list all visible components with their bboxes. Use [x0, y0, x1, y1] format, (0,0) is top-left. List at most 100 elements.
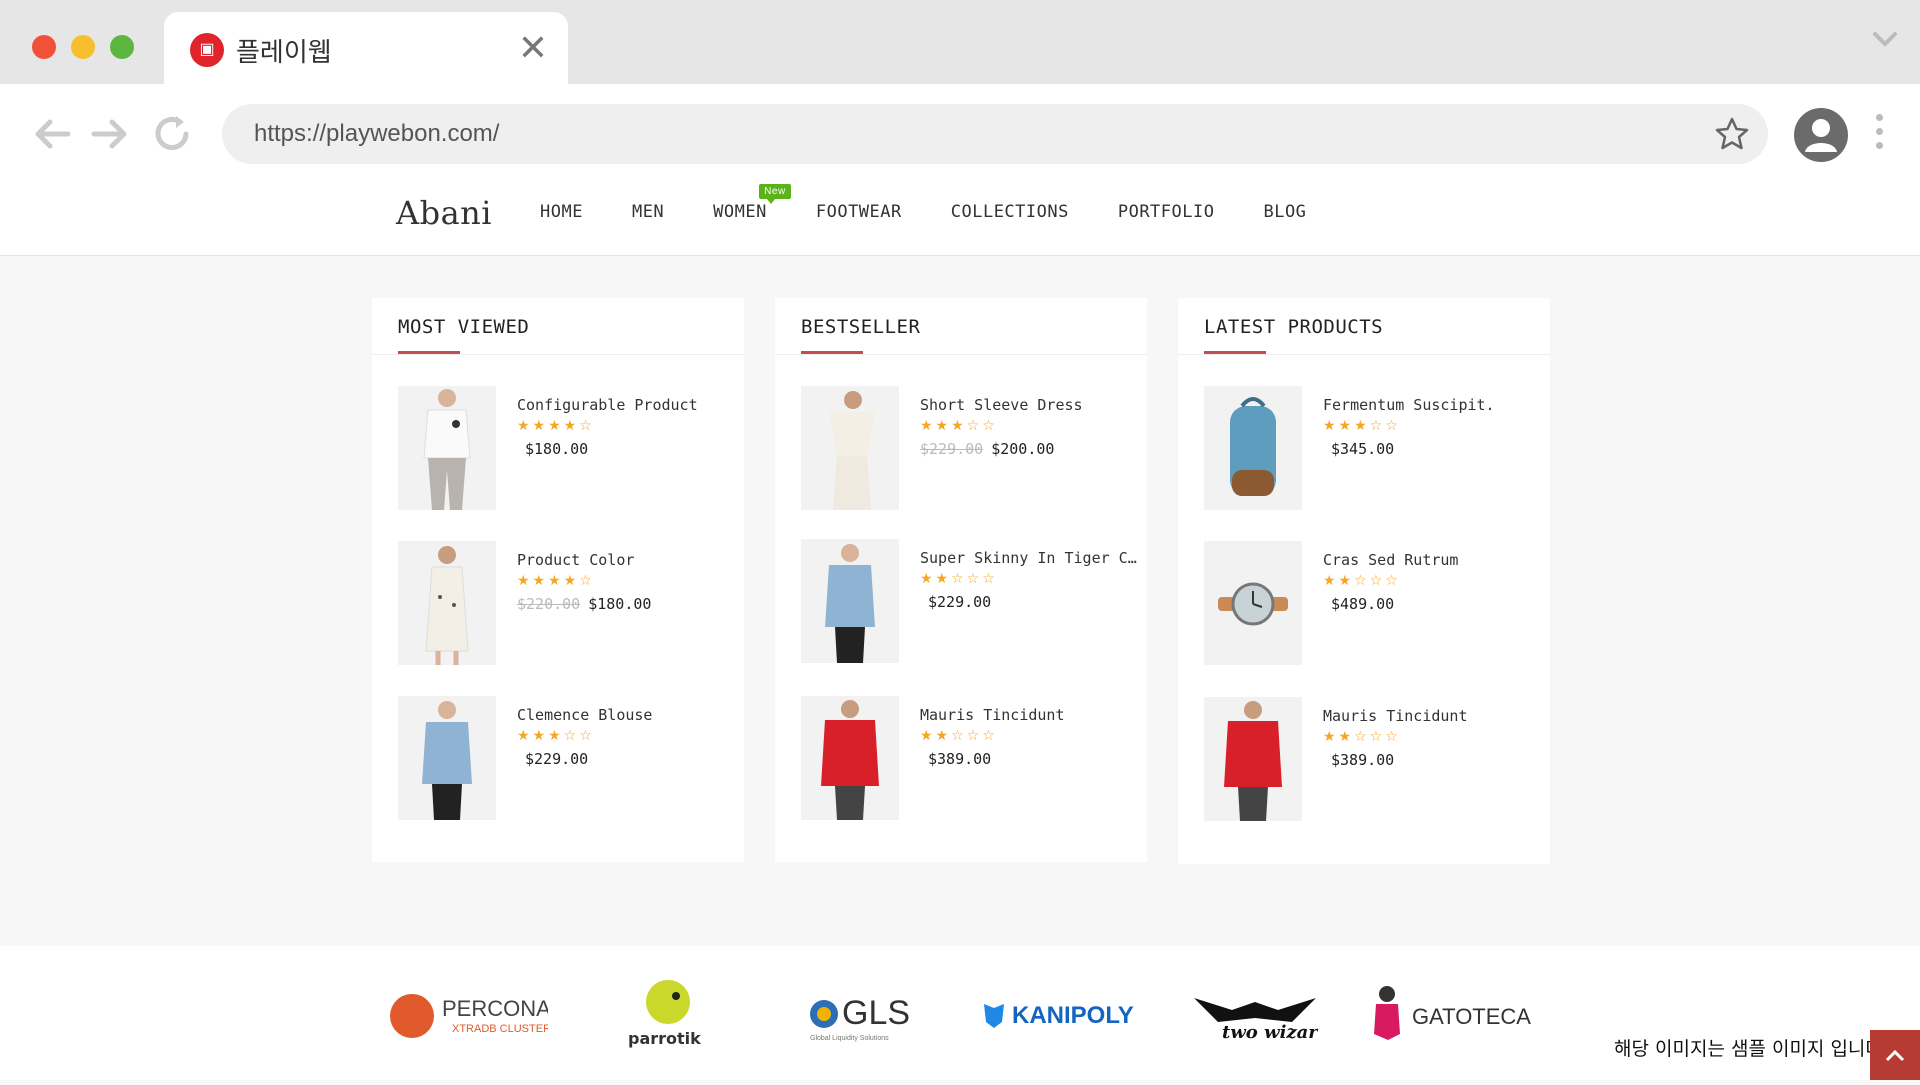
product-item[interactable]: Clemence Blouse ★★★☆☆ $229.00 [398, 696, 738, 822]
chevron-up-icon [1885, 1049, 1905, 1062]
product-name[interactable]: Fermentum Suscipit. [1323, 396, 1495, 414]
product-price: $389.00 [920, 750, 991, 768]
title-underline [398, 351, 460, 354]
sample-image-caption: 해당 이미지는 샘플 이미지 입니다. [1614, 1038, 1889, 1060]
most-viewed-panel: MOST VIEWED Configurable Product ★★★★☆ $… [372, 298, 744, 862]
brand-logo-two-wizards[interactable]: two wizards [1192, 978, 1341, 1048]
product-item[interactable]: Short Sleeve Dress ★★★☆☆ $229.00 $200.00 [801, 386, 1141, 512]
panel-title: BESTSELLER [801, 316, 921, 338]
product-name[interactable]: Mauris Tincidunt [1323, 707, 1468, 725]
reload-icon[interactable] [150, 112, 194, 156]
product-price: $229.00 [920, 593, 991, 611]
nav-blog[interactable]: BLOG [1263, 202, 1306, 222]
product-item[interactable]: Mauris Tincidunt ★★☆☆☆ $389.00 [801, 696, 1141, 822]
brand-name: PERCONA [442, 996, 548, 1021]
nav-collections[interactable]: COLLECTIONS [951, 202, 1069, 222]
product-item[interactable]: Mauris Tincidunt ★★☆☆☆ $389.00 [1204, 697, 1544, 823]
nav-men[interactable]: MEN [632, 202, 664, 222]
nav-footwear[interactable]: FOOTWEAR [816, 202, 902, 222]
current-price: $229.00 [928, 593, 992, 611]
panel-title: LATEST PRODUCTS [1204, 316, 1384, 338]
product-image[interactable] [398, 541, 496, 665]
brand-name: GLS [842, 994, 910, 1032]
tab-close-icon[interactable]: ✕ [518, 28, 548, 68]
rating-stars: ★★☆☆☆ [920, 571, 998, 587]
forward-arrow-icon[interactable] [88, 112, 132, 156]
title-underline [1204, 351, 1266, 354]
browser-menu-icon[interactable] [1874, 114, 1884, 154]
product-image[interactable] [398, 386, 496, 510]
product-price: $229.00 $200.00 [920, 440, 1054, 458]
brand-logo-gatoteca[interactable]: GATOTECA [1370, 978, 1534, 1048]
product-item[interactable]: Product Color ★★★★☆ $220.00 $180.00 [398, 541, 738, 667]
rating-stars: ★★★☆☆ [517, 728, 595, 744]
current-price: $389.00 [1331, 751, 1395, 769]
product-name[interactable]: Product Color [517, 551, 634, 569]
product-price: $180.00 [517, 440, 588, 458]
brand-name: GATOTECA [1412, 1004, 1531, 1029]
product-price: $489.00 [1323, 595, 1394, 613]
brand-logo-parrotik[interactable]: parrotik [622, 978, 706, 1048]
browser-tab[interactable]: ▣ 플레이웹 ✕ [164, 12, 568, 84]
product-image[interactable] [801, 696, 899, 820]
current-price: $489.00 [1331, 595, 1395, 613]
brand-logo-gls[interactable]: GLS Global Liquidity Solutions [806, 978, 916, 1048]
product-image[interactable] [1204, 386, 1302, 510]
product-image[interactable] [801, 386, 899, 510]
address-bar[interactable]: https://playwebon.com/ [222, 104, 1768, 164]
rating-stars: ★★☆☆☆ [1323, 573, 1401, 589]
back-arrow-icon[interactable] [30, 112, 74, 156]
product-name[interactable]: Configurable Product [517, 396, 698, 414]
product-image[interactable] [1204, 697, 1302, 821]
profile-avatar-icon[interactable] [1794, 108, 1848, 162]
product-price: $345.00 [1323, 440, 1394, 458]
old-price: $220.00 [517, 595, 581, 613]
nav-home[interactable]: HOME [540, 202, 583, 222]
product-name[interactable]: Super Skinny In Tiger C… [920, 549, 1137, 567]
nav-women-label: WOMEN [713, 202, 767, 222]
rating-stars: ★★★☆☆ [1323, 418, 1401, 434]
product-item[interactable]: Configurable Product ★★★★☆ $180.00 [398, 386, 738, 512]
brand-logo-percona[interactable]: PERCONA XTRADB CLUSTER [388, 978, 551, 1048]
brand-sub: XTRADB CLUSTER [452, 1023, 548, 1035]
bestseller-panel: BESTSELLER Short Sleeve Dress ★★★☆☆ $229… [775, 298, 1147, 862]
site-logo[interactable]: Abani [396, 194, 492, 232]
brand-name: two wizards [1222, 1022, 1318, 1043]
chevron-down-icon[interactable] [1872, 26, 1898, 52]
window-minimize-dot[interactable] [71, 35, 95, 59]
latest-products-panel: LATEST PRODUCTS Fermentum Suscipit. ★★★☆… [1178, 298, 1550, 864]
nav-women[interactable]: WOMEN New [713, 184, 791, 222]
product-item[interactable]: Fermentum Suscipit. ★★★☆☆ $345.00 [1204, 386, 1544, 512]
brand-name: KANIPOLY [1012, 1002, 1134, 1029]
window-close-dot[interactable] [32, 35, 56, 59]
product-name[interactable]: Short Sleeve Dress [920, 396, 1083, 414]
product-price: $389.00 [1323, 751, 1394, 769]
current-price: $180.00 [588, 595, 652, 613]
scroll-to-top-button[interactable] [1870, 1030, 1920, 1080]
current-price: $180.00 [525, 440, 589, 458]
product-price: $220.00 $180.00 [517, 595, 651, 613]
bookmark-star-icon[interactable] [1714, 116, 1750, 152]
rating-stars: ★★★☆☆ [920, 418, 998, 434]
product-image[interactable] [398, 696, 496, 820]
product-image[interactable] [1204, 541, 1302, 665]
brand-sub: Global Liquidity Solutions [810, 1035, 889, 1042]
product-image[interactable] [801, 539, 899, 663]
product-item[interactable]: Cras Sed Rutrum ★★☆☆☆ $489.00 [1204, 541, 1544, 667]
brand-logo-kanipoly[interactable]: KANIPOLY [980, 978, 1134, 1048]
nav-portfolio[interactable]: PORTFOLIO [1118, 202, 1215, 222]
window-maximize-dot[interactable] [110, 35, 134, 59]
product-price: $229.00 [517, 750, 588, 768]
product-name[interactable]: Clemence Blouse [517, 706, 652, 724]
brand-name: parrotik [628, 1029, 701, 1048]
product-item[interactable]: Super Skinny In Tiger C… ★★☆☆☆ $229.00 [801, 539, 1141, 665]
url-text: https://playwebon.com/ [254, 120, 500, 147]
current-price: $200.00 [991, 440, 1055, 458]
rating-stars: ★★☆☆☆ [920, 728, 998, 744]
current-price: $389.00 [928, 750, 992, 768]
main-nav: HOME MEN WOMEN New FOOTWEAR COLLECTIONS … [540, 184, 1355, 222]
rating-stars: ★★☆☆☆ [1323, 729, 1401, 745]
product-name[interactable]: Cras Sed Rutrum [1323, 551, 1458, 569]
tab-title: 플레이웹 [236, 38, 332, 68]
product-name[interactable]: Mauris Tincidunt [920, 706, 1065, 724]
